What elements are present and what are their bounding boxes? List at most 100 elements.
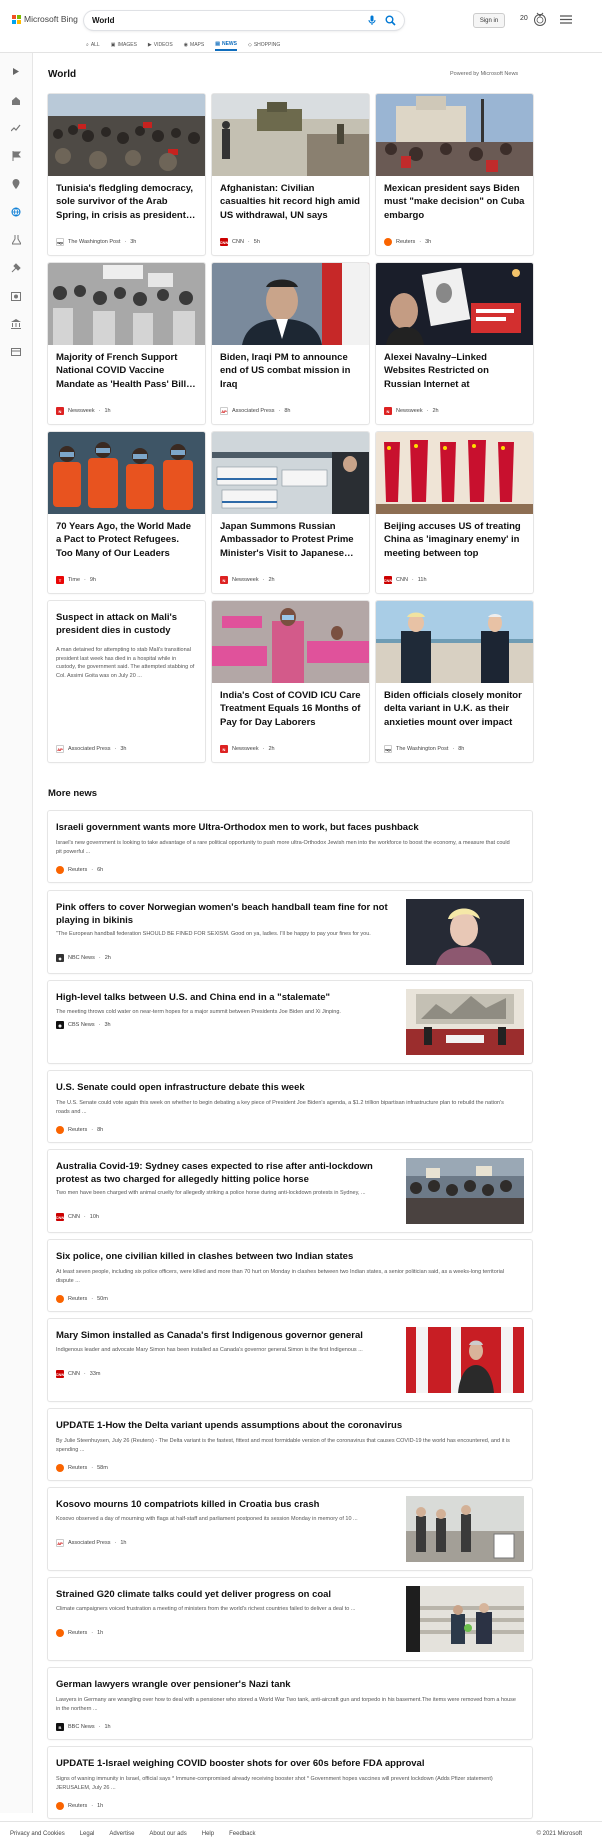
news-list-item[interactable]: Israeli government wants more Ultra-Orth…: [48, 811, 532, 882]
card-title[interactable]: Alexei Navalny–Linked Websites Restricte…: [384, 351, 525, 393]
news-card[interactable]: Biden officials closely monitor delta va…: [376, 601, 533, 762]
politics-icon[interactable]: [10, 318, 22, 330]
home-icon[interactable]: [10, 94, 22, 106]
card-title[interactable]: Suspect in attack on Mali's president di…: [56, 611, 197, 638]
news-source: ◉ CBS News · 3h: [56, 1021, 111, 1029]
news-title[interactable]: Strained G20 climate talks could yet del…: [56, 1588, 396, 1601]
tab-images[interactable]: ▣ IMAGES: [111, 39, 137, 51]
footer-link-about-ads[interactable]: About our ads: [149, 1831, 186, 1837]
news-source: Reuters · 1h: [56, 1629, 103, 1637]
footer-link-advertise[interactable]: Advertise: [109, 1831, 134, 1837]
news-list-item[interactable]: High-level talks between U.S. and China …: [48, 981, 532, 1063]
news-title[interactable]: Pink offers to cover Norwegian women's b…: [56, 901, 396, 927]
news-card[interactable]: Afghanistan: Civilian casualties hit rec…: [212, 94, 369, 255]
reuters-logo-icon: [56, 866, 64, 874]
news-card[interactable]: Suspect in attack on Mali's president di…: [48, 601, 205, 762]
news-title[interactable]: Australia Covid-19: Sydney cases expecte…: [56, 1160, 396, 1186]
tunisia-protest-image: [48, 94, 205, 176]
tab-news[interactable]: ▤ NEWS: [215, 39, 237, 51]
footer-link-feedback[interactable]: Feedback: [229, 1831, 255, 1837]
card-source: AP Associated Press · 8h: [220, 407, 291, 415]
news-title[interactable]: Israeli government wants more Ultra-Orth…: [56, 821, 524, 834]
sydney-protest-thumbnail: [406, 1158, 524, 1224]
news-card[interactable]: Mexican president says Biden must "make …: [376, 94, 533, 255]
news-title[interactable]: U.S. Senate could open infrastructure de…: [56, 1081, 524, 1094]
news-card[interactable]: India's Cost of COVID ICU Care Treatment…: [212, 601, 369, 762]
tab-videos[interactable]: ▶ VIDEOS: [148, 39, 173, 51]
news-title[interactable]: High-level talks between U.S. and China …: [56, 991, 396, 1004]
footer-link-privacy[interactable]: Privacy and Cookies: [10, 1831, 65, 1837]
news-list-item[interactable]: U.S. Senate could open infrastructure de…: [48, 1071, 532, 1142]
search-icon[interactable]: [385, 15, 396, 26]
science-icon[interactable]: [10, 234, 22, 246]
search-box[interactable]: World: [84, 11, 404, 30]
news-list-item[interactable]: Strained G20 climate talks could yet del…: [48, 1578, 532, 1660]
news-card[interactable]: 70 Years Ago, the World Made a Pact to P…: [48, 432, 205, 593]
card-title[interactable]: India's Cost of COVID ICU Care Treatment…: [220, 689, 361, 729]
money-icon[interactable]: [10, 346, 22, 358]
footer-link-help[interactable]: Help: [202, 1831, 214, 1837]
reuters-logo-icon: [384, 238, 392, 246]
afghanistan-image: [212, 94, 369, 176]
card-title[interactable]: 70 Years Ago, the World Made a Pact to P…: [56, 520, 197, 562]
news-title[interactable]: UPDATE 1-How the Delta variant upends as…: [56, 1419, 524, 1432]
cuba-protest-image: [376, 94, 533, 176]
news-list-item[interactable]: Six police, one civilian killed in clash…: [48, 1240, 532, 1311]
news-list-item[interactable]: Australia Covid-19: Sydney cases expecte…: [48, 1150, 532, 1232]
footer-link-legal[interactable]: Legal: [80, 1831, 95, 1837]
news-source: CNN CNN · 10h: [55, 1213, 99, 1221]
search-query[interactable]: World: [92, 16, 115, 25]
tab-maps[interactable]: ◉ MAPS: [184, 39, 205, 51]
card-title[interactable]: Beijing accuses US of treating China as …: [384, 520, 525, 562]
flag-icon[interactable]: [10, 150, 22, 162]
expand-sidebar-icon[interactable]: [10, 65, 22, 77]
sign-in-button[interactable]: Sign in: [473, 13, 505, 28]
newsweek-logo-icon: N: [384, 407, 392, 415]
news-list-item[interactable]: Pink offers to cover Norwegian women's b…: [48, 891, 532, 973]
technology-icon[interactable]: [10, 262, 22, 274]
news-card[interactable]: Biden, Iraqi PM to announce end of US co…: [212, 263, 369, 424]
newsweek-logo-icon: N: [220, 745, 228, 753]
card-title[interactable]: Tunisia's fledgling democracy, sole surv…: [56, 182, 197, 222]
news-title[interactable]: German lawyers wrangle over pensioner's …: [56, 1678, 524, 1691]
news-list-item[interactable]: German lawyers wrangle over pensioner's …: [48, 1668, 532, 1739]
news-card[interactable]: Majority of French Support National COVI…: [48, 263, 205, 424]
news-title[interactable]: Mary Simon installed as Canada's first I…: [56, 1329, 396, 1342]
news-card[interactable]: Japan Summons Russian Ambassador to Prot…: [212, 432, 369, 593]
time-logo-icon: T: [56, 576, 64, 584]
card-title[interactable]: Mexican president says Biden must "make …: [384, 182, 525, 222]
news-list-item[interactable]: UPDATE 1-Israel weighing COVID booster s…: [48, 1747, 532, 1818]
tab-shopping[interactable]: ◇ SHOPPING: [248, 39, 280, 51]
news-source: Reuters · 1h: [56, 1802, 103, 1810]
news-list-item[interactable]: Kosovo mourns 10 compatriots killed in C…: [48, 1488, 532, 1570]
navalny-protest-image: [376, 263, 533, 345]
news-list-item[interactable]: Mary Simon installed as Canada's first I…: [48, 1319, 532, 1401]
news-list-item[interactable]: UPDATE 1-How the Delta variant upends as…: [48, 1409, 532, 1480]
card-source: CNN CNN · 11h: [383, 576, 427, 584]
iraqi-pm-image: [212, 263, 369, 345]
news-card[interactable]: Tunisia's fledgling democracy, sole surv…: [48, 94, 205, 255]
card-title[interactable]: Afghanistan: Civilian casualties hit rec…: [220, 182, 361, 222]
news-source: CNN CNN · 33m: [55, 1370, 101, 1378]
microphone-icon[interactable]: [368, 15, 376, 26]
card-title[interactable]: Majority of French Support National COVI…: [56, 351, 197, 391]
news-title[interactable]: UPDATE 1-Israel weighing COVID booster s…: [56, 1757, 524, 1770]
card-title[interactable]: Biden officials closely monitor delta va…: [384, 689, 525, 731]
news-card[interactable]: Beijing accuses US of treating China as …: [376, 432, 533, 593]
news-card[interactable]: Alexei Navalny–Linked Websites Restricte…: [376, 263, 533, 424]
news-description: Two men have been charged with animal cr…: [56, 1190, 366, 1196]
entertainment-icon[interactable]: [10, 290, 22, 302]
trending-icon[interactable]: [10, 122, 22, 134]
mary-simon-thumbnail: [406, 1327, 524, 1393]
bing-logo[interactable]: Microsoft Bing: [12, 14, 78, 24]
rewards-medal-icon[interactable]: [533, 12, 547, 28]
news-title[interactable]: Kosovo mourns 10 compatriots killed in C…: [56, 1498, 396, 1511]
globe-icon[interactable]: [10, 206, 22, 218]
rewards-points[interactable]: 20: [520, 15, 528, 22]
card-title[interactable]: Japan Summons Russian Ambassador to Prot…: [220, 520, 361, 560]
location-icon[interactable]: [10, 178, 22, 190]
news-title[interactable]: Six police, one civilian killed in clash…: [56, 1250, 524, 1263]
menu-icon[interactable]: [560, 15, 572, 24]
tab-all[interactable]: ⌕ ALL: [86, 39, 100, 51]
card-title[interactable]: Biden, Iraqi PM to announce end of US co…: [220, 351, 361, 391]
